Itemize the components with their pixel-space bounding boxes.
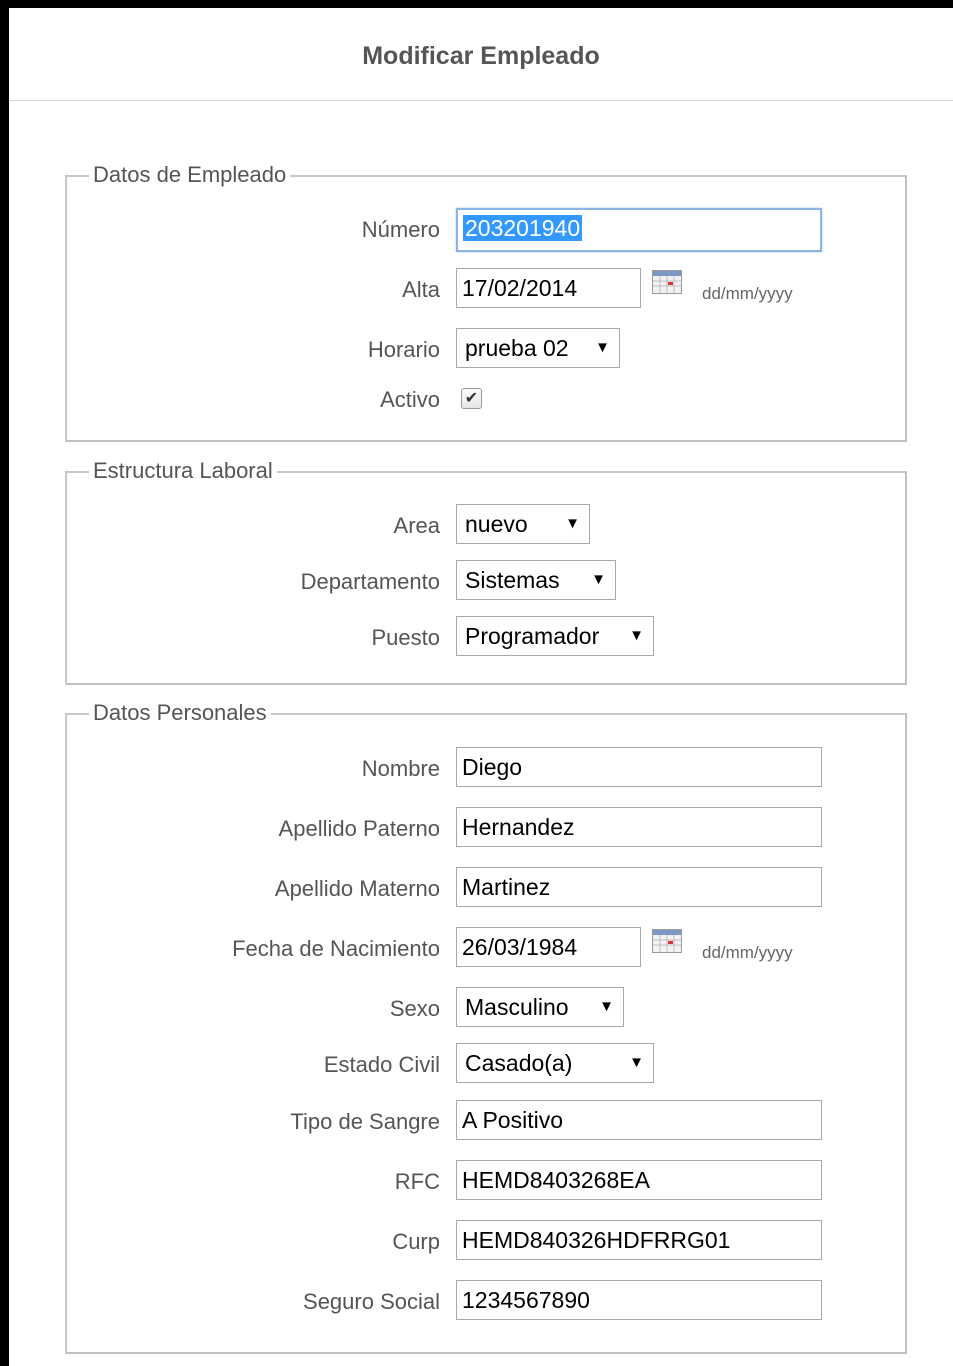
row-apellido-paterno: Apellido Paterno Hernandez: [67, 807, 905, 849]
apellido-materno-input[interactable]: Martinez: [456, 867, 822, 907]
calendar-icon[interactable]: [652, 270, 682, 294]
label-curp: Curp: [392, 1229, 440, 1254]
row-puesto: Puesto Programador ▼: [67, 616, 905, 658]
legend-datos-personales: Datos Personales: [89, 700, 271, 726]
row-seguro-social: Seguro Social 1234567890: [67, 1280, 905, 1322]
row-apellido-materno: Apellido Materno Martinez: [67, 867, 905, 909]
seguro-social-input[interactable]: 1234567890: [456, 1280, 822, 1320]
label-area: Area: [393, 513, 440, 538]
row-rfc: RFC HEMD8403268EA: [67, 1160, 905, 1202]
alta-format-hint: dd/mm/yyyy: [702, 284, 793, 303]
row-area: Area nuevo ▼: [67, 504, 905, 546]
fieldset-estructura-laboral: Estructura Laboral Area nuevo ▼ Departam…: [65, 458, 907, 685]
apellido-paterno-input[interactable]: Hernandez: [456, 807, 822, 847]
sexo-selected: Masculino: [465, 994, 569, 1020]
horario-select[interactable]: prueba 02 ▼: [456, 328, 620, 368]
label-sexo: Sexo: [389, 996, 440, 1021]
label-fecha-nacimiento: Fecha de Nacimiento: [232, 936, 440, 961]
label-rfc: RFC: [394, 1169, 440, 1194]
label-nombre: Nombre: [361, 756, 440, 781]
label-puesto: Puesto: [371, 625, 441, 650]
chevron-down-icon: ▼: [599, 998, 614, 1015]
label-apellido-paterno: Apellido Paterno: [278, 816, 440, 841]
page-header: Modificar Empleado: [9, 8, 953, 101]
window-frame-left: [0, 0, 9, 1366]
numero-value: 203201940: [463, 215, 583, 241]
row-alta: Alta 17/02/2014 dd/mm/yyyy: [67, 268, 905, 310]
tipo-sangre-input[interactable]: A Positivo: [456, 1100, 822, 1140]
row-estado-civil: Estado Civil Casado(a) ▼: [67, 1043, 905, 1085]
row-curp: Curp HEMD840326HDFRRG01: [67, 1220, 905, 1262]
legend-estructura-laboral: Estructura Laboral: [89, 458, 277, 484]
label-departamento: Departamento: [300, 569, 440, 594]
row-tipo-sangre: Tipo de Sangre A Positivo: [67, 1100, 905, 1142]
departamento-select[interactable]: Sistemas ▼: [456, 560, 616, 600]
chevron-down-icon: ▼: [591, 571, 606, 588]
estado-civil-select[interactable]: Casado(a) ▼: [456, 1043, 654, 1083]
row-fecha-nacimiento: Fecha de Nacimiento 26/03/1984 dd/mm/yyy…: [67, 927, 905, 969]
row-horario: Horario prueba 02 ▼: [67, 328, 905, 370]
puesto-selected: Programador: [465, 623, 600, 649]
label-numero: Número: [361, 217, 440, 242]
label-activo: Activo: [380, 387, 440, 412]
alta-date-input[interactable]: 17/02/2014: [456, 268, 641, 308]
label-estado-civil: Estado Civil: [323, 1052, 440, 1077]
label-horario: Horario: [367, 337, 440, 362]
row-activo: Activo ✔: [67, 378, 905, 420]
fecha-nacimiento-format-hint: dd/mm/yyyy: [702, 943, 793, 962]
fecha-nacimiento-input[interactable]: 26/03/1984: [456, 927, 641, 967]
nombre-input[interactable]: Diego: [456, 747, 822, 787]
row-nombre: Nombre Diego: [67, 747, 905, 789]
area-selected: nuevo: [465, 511, 528, 537]
rfc-input[interactable]: HEMD8403268EA: [456, 1160, 822, 1200]
sexo-select[interactable]: Masculino ▼: [456, 987, 624, 1027]
horario-selected: prueba 02: [465, 335, 569, 361]
estado-civil-selected: Casado(a): [465, 1050, 573, 1076]
label-seguro-social: Seguro Social: [303, 1289, 440, 1314]
puesto-select[interactable]: Programador ▼: [456, 616, 654, 656]
label-tipo-sangre: Tipo de Sangre: [290, 1109, 440, 1134]
chevron-down-icon: ▼: [595, 339, 610, 356]
chevron-down-icon: ▼: [629, 1054, 644, 1071]
numero-input[interactable]: 203201940: [456, 208, 822, 252]
fieldset-datos-empleado: Datos de Empleado Número 203201940 Alta …: [65, 162, 907, 442]
activo-checkbox[interactable]: ✔: [461, 388, 482, 409]
row-numero: Número 203201940: [67, 208, 905, 252]
calendar-icon[interactable]: [652, 929, 682, 953]
curp-input[interactable]: HEMD840326HDFRRG01: [456, 1220, 822, 1260]
label-alta: Alta: [402, 277, 440, 302]
row-sexo: Sexo Masculino ▼: [67, 987, 905, 1029]
page-title: Modificar Empleado: [362, 42, 600, 70]
fieldset-datos-personales: Datos Personales Nombre Diego Apellido P…: [65, 700, 907, 1354]
legend-datos-empleado: Datos de Empleado: [89, 162, 291, 188]
departamento-selected: Sistemas: [465, 567, 560, 593]
label-apellido-materno: Apellido Materno: [274, 876, 440, 901]
area-select[interactable]: nuevo ▼: [456, 504, 590, 544]
chevron-down-icon: ▼: [565, 515, 580, 532]
row-departamento: Departamento Sistemas ▼: [67, 560, 905, 602]
window-frame-top: [0, 0, 953, 8]
chevron-down-icon: ▼: [629, 627, 644, 644]
